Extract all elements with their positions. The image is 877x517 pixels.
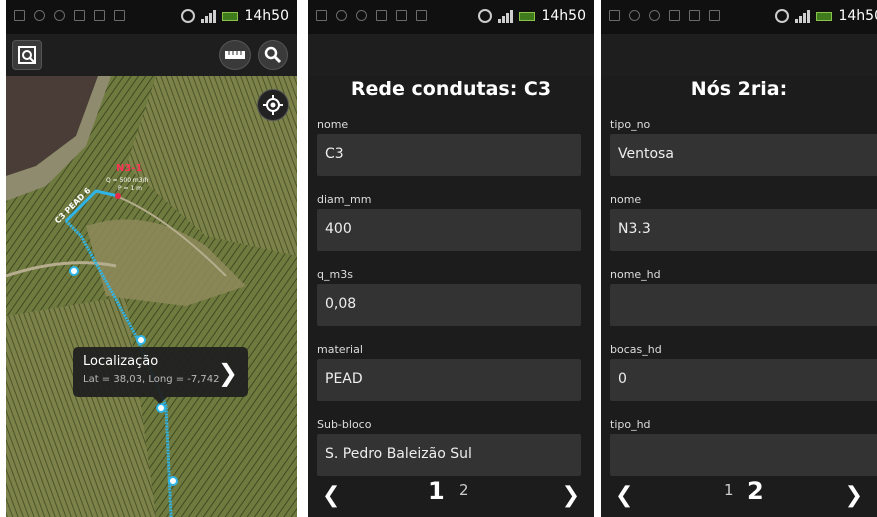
- facebook-icon: [396, 10, 407, 21]
- location-callout[interactable]: Localização Lat = 38,03, Long = -7,742 ❯: [73, 347, 248, 404]
- map-toolbar: [6, 34, 297, 76]
- sync-icon: [649, 10, 660, 21]
- battery-icon: [816, 11, 833, 21]
- node-form-screen: 14h50 Nós 2ria: tipo_no Ventosa nome N3.…: [601, 0, 877, 517]
- usb-icon: [34, 10, 45, 21]
- signal-icon: [498, 9, 514, 23]
- pager: ❮ 1 2 ❯: [601, 477, 877, 517]
- field-bocas-hd[interactable]: 0: [610, 359, 877, 401]
- field-tipo-hd[interactable]: [610, 434, 877, 476]
- zoom-layer-icon[interactable]: [12, 40, 42, 70]
- page-1[interactable]: 1: [428, 477, 445, 505]
- field-label-nome-hd: nome_hd: [610, 268, 661, 281]
- action-bar: [308, 34, 594, 76]
- photo-icon: [669, 10, 680, 21]
- chevron-right-icon[interactable]: ❯: [562, 483, 580, 508]
- facebook-icon: [94, 10, 105, 21]
- ruler-icon[interactable]: [219, 40, 251, 70]
- form-title: Nós 2ria:: [690, 78, 788, 100]
- download-icon: [416, 10, 427, 21]
- chevron-left-icon[interactable]: ❮: [615, 483, 633, 508]
- alarm-icon: [181, 9, 196, 23]
- callout-coordinates: Lat = 38,03, Long = -7,742: [83, 374, 220, 385]
- notification-icon: [609, 10, 620, 21]
- chevron-left-icon[interactable]: ❮: [322, 483, 340, 508]
- usb-icon: [336, 10, 347, 21]
- field-label-bocas-hd: bocas_hd: [610, 343, 662, 356]
- facebook-icon: [689, 10, 700, 21]
- clock: 14h50: [541, 8, 586, 24]
- map-node-info-1: Q = 500 m3/h: [106, 177, 149, 184]
- photo-icon: [74, 10, 85, 21]
- clock: 14h50: [838, 8, 877, 24]
- field-label-diam: diam_mm: [317, 193, 372, 206]
- form-title: Rede condutas: C3: [350, 78, 552, 100]
- pager: ❮ 1 2 ❯: [308, 477, 594, 517]
- field-label-sub-bloco: Sub-bloco: [317, 418, 372, 431]
- map-node-info-2: P = 1 m: [118, 185, 142, 192]
- field-sub-bloco[interactable]: S. Pedro Baleizão Sul: [317, 434, 581, 476]
- chevron-right-icon[interactable]: ❯: [218, 359, 238, 387]
- field-diam-mm[interactable]: 400: [317, 209, 581, 251]
- field-label-material: material: [317, 343, 363, 356]
- field-nome[interactable]: C3: [317, 134, 581, 176]
- satellite-map[interactable]: N3-1 Q = 500 m3/h P = 1 m C3 PEAD 6 Loca…: [6, 76, 297, 517]
- status-bar: 14h50: [601, 0, 877, 34]
- field-label-tipo-hd: tipo_hd: [610, 418, 651, 431]
- sync-icon: [54, 10, 65, 21]
- signal-icon: [795, 9, 811, 23]
- notification-icon: [316, 10, 327, 21]
- alarm-icon: [775, 9, 790, 23]
- page-1[interactable]: 1: [724, 481, 734, 499]
- notification-icon: [14, 10, 25, 21]
- map-screen: 14h50 N3-1 Q = 500 m3/h P = 1 m C3 PEAD …: [6, 0, 297, 517]
- battery-icon: [222, 11, 239, 21]
- map-node-label: N3-1: [116, 163, 142, 174]
- field-nome[interactable]: N3.3: [610, 209, 877, 251]
- field-nome-hd[interactable]: [610, 284, 877, 326]
- download-icon: [709, 10, 720, 21]
- map-image: N3-1 Q = 500 m3/h P = 1 m C3 PEAD 6: [6, 76, 297, 517]
- usb-icon: [629, 10, 640, 21]
- battery-icon: [519, 11, 536, 21]
- status-bar: 14h50: [6, 0, 297, 34]
- pipe-form-screen: 14h50 Rede condutas: C3 nome C3 diam_mm …: [308, 0, 594, 517]
- field-label-nome: nome: [610, 193, 642, 206]
- clock: 14h50: [244, 8, 289, 24]
- field-label-nome: nome: [317, 118, 349, 131]
- chevron-right-icon[interactable]: ❯: [845, 483, 863, 508]
- download-icon: [114, 10, 125, 21]
- page-2[interactable]: 2: [747, 477, 764, 505]
- page-2[interactable]: 2: [459, 481, 469, 499]
- alarm-icon: [478, 9, 493, 23]
- field-tipo-no[interactable]: Ventosa: [610, 134, 877, 176]
- field-material[interactable]: PEAD: [317, 359, 581, 401]
- field-q-m3s[interactable]: 0,08: [317, 284, 581, 326]
- action-bar: [601, 34, 877, 76]
- locate-icon[interactable]: [257, 89, 289, 121]
- photo-icon: [376, 10, 387, 21]
- callout-title: Localização: [83, 354, 159, 369]
- signal-icon: [201, 9, 217, 23]
- search-icon[interactable]: [258, 40, 288, 70]
- field-label-q: q_m3s: [317, 268, 353, 281]
- field-label-tipo-no: tipo_no: [610, 118, 651, 131]
- sync-icon: [356, 10, 367, 21]
- status-bar: 14h50: [308, 0, 594, 34]
